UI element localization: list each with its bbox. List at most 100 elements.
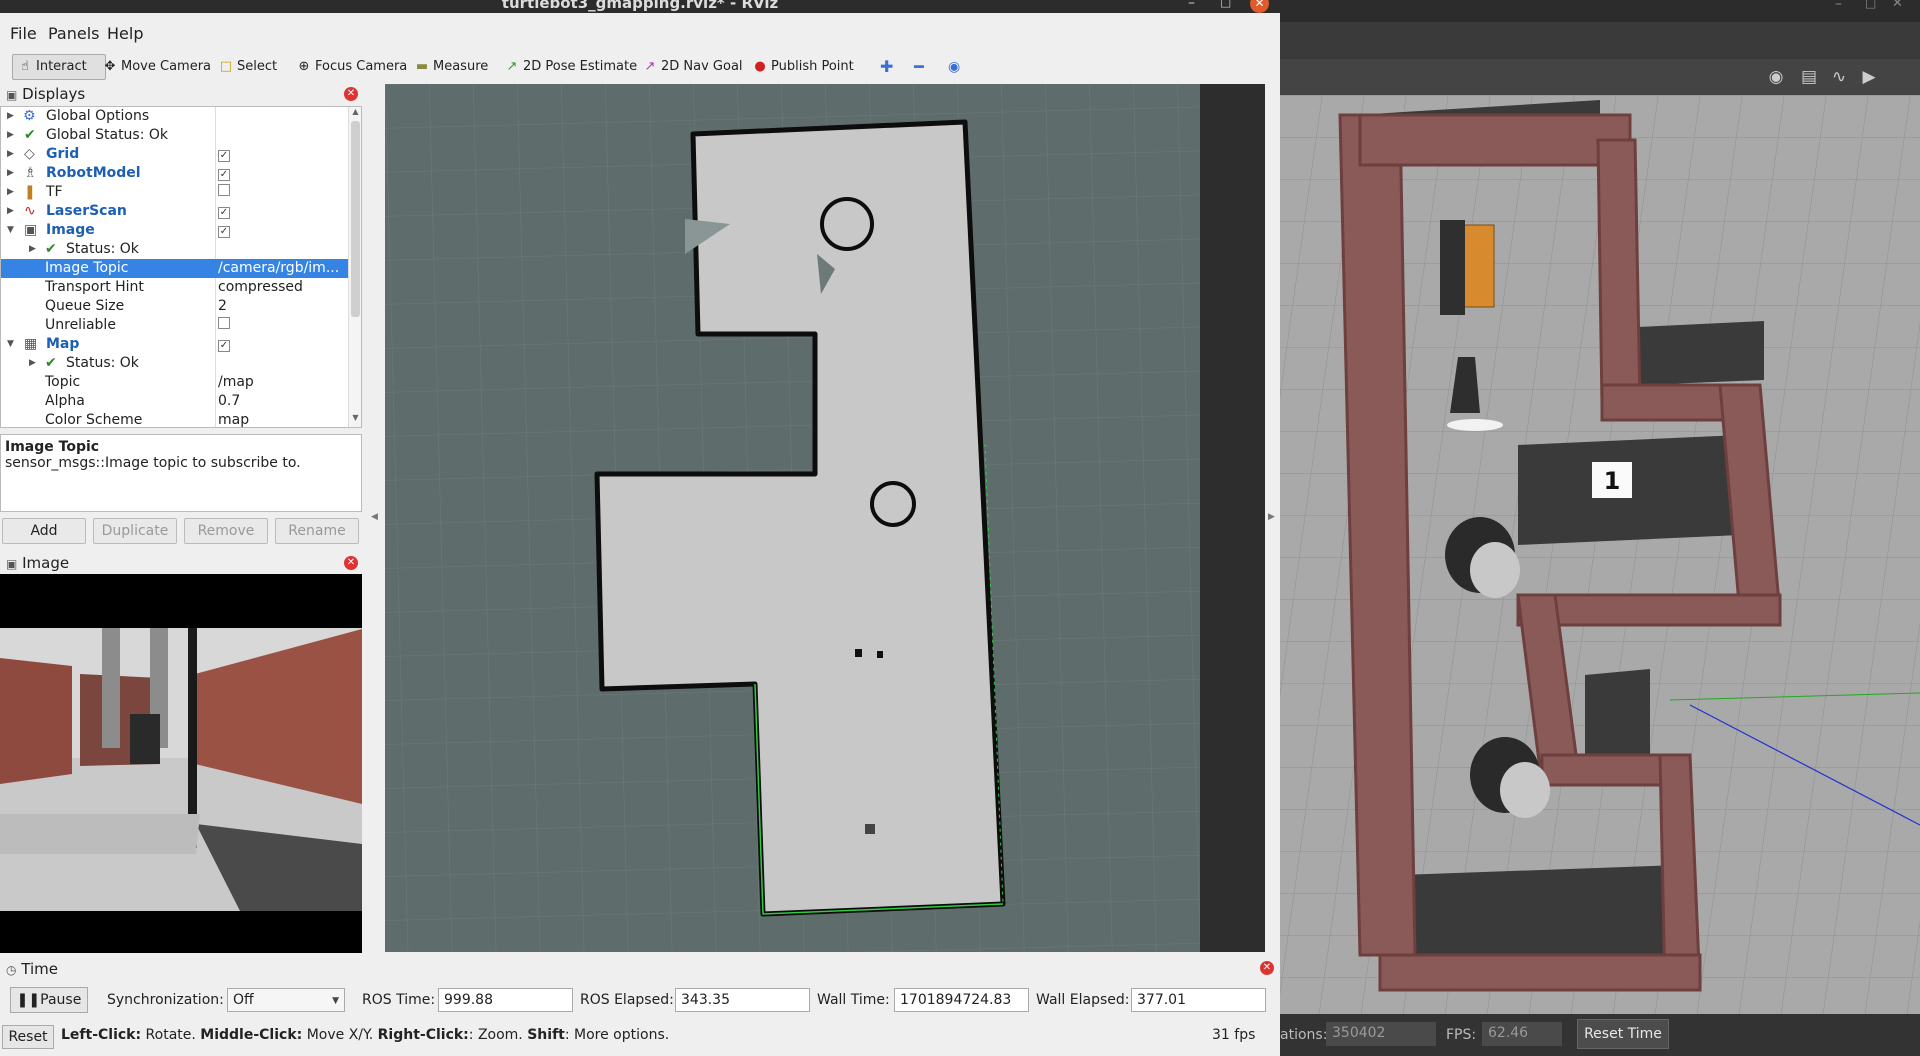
collapse-left-icon[interactable]: ◀ xyxy=(371,512,378,522)
focus-camera-tool[interactable]: ⊕ Focus Camera xyxy=(296,54,408,80)
maximize-icon[interactable]: □ xyxy=(1220,0,1231,9)
add-tool-button[interactable]: ✚ xyxy=(880,54,893,80)
alpha-value[interactable]: 0.7 xyxy=(218,392,346,411)
tree-row-laserscan[interactable]: ▶ ∿ LaserScan ✓ xyxy=(1,202,348,221)
tree-row-image[interactable]: ▼ ▣ Image ✓ xyxy=(1,221,348,240)
gazebo-3d-scene[interactable]: 1 xyxy=(1280,95,1920,1020)
minimize-icon[interactable]: – xyxy=(1835,0,1842,12)
checkbox-checked[interactable]: ✓ xyxy=(218,169,230,181)
rviz-window: turtlebot3_gmapping.rviz* - RViz – □ ✕ F… xyxy=(0,0,1280,1056)
wall-time-field[interactable]: 1701894724.83 xyxy=(894,988,1029,1012)
image-checkbox[interactable]: ✓ xyxy=(218,221,346,240)
tree-row-robotmodel[interactable]: ▶ ♗ RobotModel ✓ xyxy=(1,164,348,183)
duplicate-button[interactable]: Duplicate xyxy=(93,518,177,544)
reset-time-button[interactable]: Reset Time xyxy=(1577,1019,1669,1049)
publish-point-tool[interactable]: ● Publish Point xyxy=(752,54,853,80)
tree-row-image-status[interactable]: ▶ ✔ Status: Ok xyxy=(1,240,348,259)
collapse-right-icon[interactable]: ▶ xyxy=(1268,512,1275,522)
displays-tree: ▶ ⚙ Global Options ▶ ✔ Global Status: Ok… xyxy=(0,106,362,428)
pause-button[interactable]: ❚❚Pause xyxy=(10,987,88,1013)
tree-row-color-scheme[interactable]: Color Scheme map xyxy=(1,411,348,427)
image-topic-value[interactable]: /camera/rgb/im... xyxy=(218,259,346,278)
checkbox-checked[interactable]: ✓ xyxy=(218,340,230,352)
color-scheme-value[interactable]: map xyxy=(218,411,346,427)
tree-row-global-options[interactable]: ▶ ⚙ Global Options xyxy=(1,107,348,126)
laserscan-checkbox[interactable]: ✓ xyxy=(218,202,346,221)
add-button[interactable]: Add xyxy=(2,518,86,544)
image-panel-close-icon[interactable]: ✕ xyxy=(344,556,358,570)
expand-arrow-icon[interactable]: ▶ xyxy=(7,145,14,164)
collapse-arrow-icon[interactable]: ▼ xyxy=(7,221,14,240)
tf-checkbox[interactable] xyxy=(218,183,346,202)
robotmodel-checkbox[interactable]: ✓ xyxy=(218,164,346,183)
measure-tool[interactable]: ▬ Measure xyxy=(414,54,488,80)
close-icon[interactable]: ✕ xyxy=(1892,0,1903,11)
tree-row-queue-size[interactable]: Queue Size 2 xyxy=(1,297,348,316)
map-3d-view[interactable] xyxy=(385,84,1265,952)
expand-arrow-icon[interactable]: ▶ xyxy=(29,354,36,373)
tree-row-map-topic[interactable]: Topic /map xyxy=(1,373,348,392)
reset-button[interactable]: Reset xyxy=(2,1025,54,1049)
tree-row-global-status[interactable]: ▶ ✔ Global Status: Ok xyxy=(1,126,348,145)
camera-icon[interactable]: ◉ xyxy=(1765,66,1787,88)
minimize-icon[interactable]: – xyxy=(1188,0,1195,11)
transport-hint-value[interactable]: compressed xyxy=(218,278,346,297)
move-camera-tool[interactable]: ✥ Move Camera xyxy=(102,54,211,80)
remove-button[interactable]: Remove xyxy=(184,518,268,544)
checkbox-checked[interactable]: ✓ xyxy=(218,150,230,162)
wall-elapsed-field[interactable]: 377.01 xyxy=(1131,988,1266,1012)
unreliable-checkbox[interactable] xyxy=(218,316,346,335)
tree-row-grid[interactable]: ▶ ◇ Grid ✓ xyxy=(1,145,348,164)
plot-icon[interactable]: ∿ xyxy=(1828,66,1850,88)
expand-arrow-icon[interactable]: ▶ xyxy=(7,126,14,145)
map-icon: ▦ xyxy=(24,336,38,352)
scroll-up-icon[interactable]: ▲ xyxy=(350,107,361,116)
map-topic-value[interactable]: /map xyxy=(218,373,346,392)
select-tool[interactable]: □ Select xyxy=(218,54,277,80)
menu-panels[interactable]: Panels xyxy=(48,24,100,43)
menu-bar: File Panels Help xyxy=(0,22,1280,46)
tree-scrollbar[interactable]: ▲ ▼ xyxy=(348,107,361,427)
scroll-thumb[interactable] xyxy=(351,121,360,317)
pose-estimate-tool[interactable]: ↗ 2D Pose Estimate xyxy=(504,54,638,80)
ros-elapsed-field[interactable]: 343.35 xyxy=(675,988,810,1012)
video-icon[interactable]: ▶ xyxy=(1858,66,1880,88)
tree-label: Image Topic xyxy=(45,260,129,276)
tree-row-alpha[interactable]: Alpha 0.7 xyxy=(1,392,348,411)
tree-row-unreliable[interactable]: Unreliable xyxy=(1,316,348,335)
sync-dropdown[interactable]: Off ▼ xyxy=(227,988,345,1012)
remove-tool-button[interactable]: ━ xyxy=(914,54,924,80)
rename-button[interactable]: Rename xyxy=(275,518,359,544)
menu-file[interactable]: File xyxy=(10,24,37,43)
menu-help[interactable]: Help xyxy=(107,24,143,43)
interact-tool[interactable]: ☝ Interact xyxy=(12,54,106,80)
checkbox-unchecked[interactable] xyxy=(218,184,230,196)
maximize-icon[interactable]: □ xyxy=(1865,0,1876,10)
checkbox-checked[interactable]: ✓ xyxy=(218,207,230,219)
log-icon[interactable]: ▤ xyxy=(1798,66,1820,88)
map-checkbox[interactable]: ✓ xyxy=(218,335,346,354)
view-options-button[interactable]: ◉ xyxy=(948,54,960,80)
ros-time-field[interactable]: 999.88 xyxy=(438,988,573,1012)
tree-row-map[interactable]: ▼ ▦ Map ✓ xyxy=(1,335,348,354)
scroll-down-icon[interactable]: ▼ xyxy=(350,413,361,422)
expand-arrow-icon[interactable]: ▶ xyxy=(7,107,14,126)
wall-elapsed-label: Wall Elapsed: xyxy=(1036,992,1130,1008)
nav-goal-tool[interactable]: ↗ 2D Nav Goal xyxy=(642,54,743,80)
right-click-desc: : Zoom. xyxy=(468,1027,528,1043)
expand-arrow-icon[interactable]: ▶ xyxy=(7,202,14,221)
expand-arrow-icon[interactable]: ▶ xyxy=(7,183,14,202)
checkbox-checked[interactable]: ✓ xyxy=(218,226,230,238)
tree-row-image-topic[interactable]: Image Topic /camera/rgb/im... xyxy=(1,259,348,278)
tree-row-map-status[interactable]: ▶ ✔ Status: Ok xyxy=(1,354,348,373)
tree-row-tf[interactable]: ▶ ❚ TF xyxy=(1,183,348,202)
expand-arrow-icon[interactable]: ▶ xyxy=(29,240,36,259)
time-panel-close-icon[interactable]: ✕ xyxy=(1260,961,1274,975)
collapse-arrow-icon[interactable]: ▼ xyxy=(7,335,14,354)
displays-close-icon[interactable]: ✕ xyxy=(344,87,358,101)
queue-size-value[interactable]: 2 xyxy=(218,297,346,316)
checkbox-unchecked[interactable] xyxy=(218,317,230,329)
tree-row-transport-hint[interactable]: Transport Hint compressed xyxy=(1,278,348,297)
grid-checkbox[interactable]: ✓ xyxy=(218,145,346,164)
expand-arrow-icon[interactable]: ▶ xyxy=(7,164,14,183)
